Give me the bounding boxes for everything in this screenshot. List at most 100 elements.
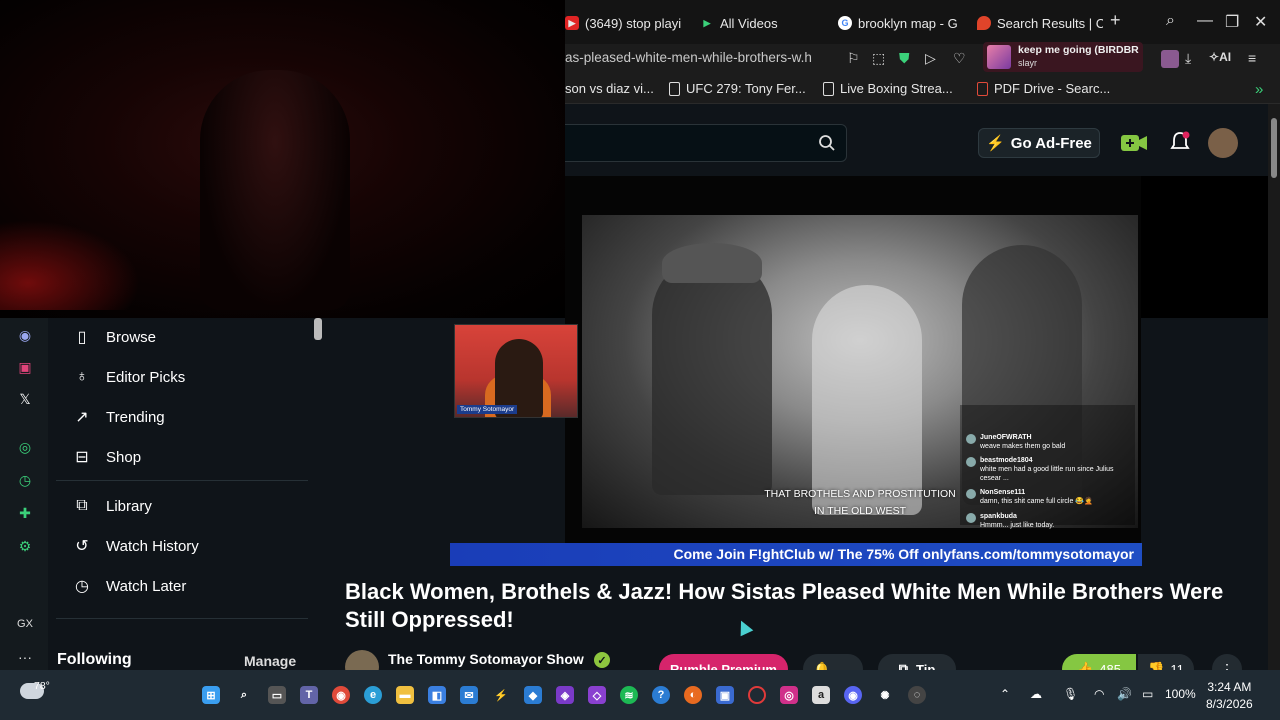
edge-icon[interactable]: e xyxy=(364,686,382,704)
ms365-icon[interactable]: ◇ xyxy=(588,686,606,704)
bookmark-item[interactable]: Live Boxing Strea... xyxy=(823,81,953,96)
heart-icon[interactable]: ♡ xyxy=(953,50,966,67)
bookmark-icon[interactable]: ⚐ xyxy=(847,50,860,67)
trending-icon: ↗ xyxy=(75,409,89,426)
app-icon[interactable]: ⚡ xyxy=(492,686,510,704)
discord-icon[interactable]: ◉ xyxy=(844,686,862,704)
video-caption: THAT BROTHELS AND PROSTITUTION IN THE OL… xyxy=(760,486,960,520)
ai-button[interactable]: ✧AI xyxy=(1209,50,1231,64)
clock[interactable]: 3:24 AM 8/3/2026 xyxy=(1206,679,1253,713)
gx-label[interactable]: GX xyxy=(16,615,34,633)
manage-link[interactable]: Manage xyxy=(244,653,296,669)
instagram-icon[interactable]: ▣ xyxy=(16,358,34,376)
chevron-up-icon[interactable]: ⌃ xyxy=(1000,687,1010,701)
sidebar-item-library[interactable]: ⧉ Library xyxy=(72,496,152,516)
opera-gx-icon[interactable] xyxy=(748,686,766,704)
remote-icon[interactable]: ▣ xyxy=(716,686,734,704)
channel-name[interactable]: The Tommy Sotomayor Show xyxy=(388,651,584,667)
taskbar: 78° ⊞ ⌕ ▭ T ◉ e ▬ ◧ ✉ ⚡ ◆ ◈ ◇ ≋ ? ◐ ▣ ◎ … xyxy=(0,670,1280,720)
more-icon[interactable]: ··· xyxy=(16,648,34,666)
new-tab-button[interactable]: + xyxy=(1110,10,1121,31)
search-icon[interactable]: ⌕ xyxy=(235,686,253,704)
bookmark-label: Live Boxing Strea... xyxy=(840,81,953,96)
volume-icon[interactable]: 🔊 xyxy=(1117,687,1132,701)
wifi-icon[interactable]: ◠ xyxy=(1094,687,1104,701)
sidebar-item-trending[interactable]: ↗ Trending xyxy=(72,407,165,427)
document-icon xyxy=(823,81,834,96)
close-icon[interactable]: ✕ xyxy=(1254,12,1267,32)
sidebar-item-browse[interactable]: ▯ Browse xyxy=(72,327,156,347)
address-bar[interactable]: as-pleased-white-men-while-brothers-w.h … xyxy=(565,44,1280,74)
ai-label: AI xyxy=(1219,50,1232,64)
music-artist: slayr xyxy=(1018,58,1038,68)
settings-icon[interactable]: ⚙ xyxy=(16,537,34,555)
sidebar-item-editor-picks[interactable]: ♁ Editor Picks xyxy=(72,367,185,387)
firefox-icon[interactable]: ◐ xyxy=(684,686,702,704)
amazon-icon[interactable]: a xyxy=(812,686,830,704)
tab-youtube[interactable]: ▶ (3649) stop playi xyxy=(565,10,683,36)
bookmark-item[interactable]: PDF Drive - Searc... xyxy=(977,81,1110,96)
avatar[interactable] xyxy=(1208,128,1238,158)
maximize-icon[interactable]: ❐ xyxy=(1225,12,1239,32)
download-icon[interactable]: ⤓ xyxy=(1185,50,1191,67)
help-icon[interactable]: ? xyxy=(652,686,670,704)
store-icon[interactable]: ◧ xyxy=(428,686,446,704)
mail-icon[interactable]: ✉ xyxy=(460,686,478,704)
search-tabs-icon[interactable]: ⌕ xyxy=(1166,12,1175,30)
upload-video-icon[interactable] xyxy=(1120,134,1148,152)
shield-icon[interactable]: ⛊ xyxy=(899,50,910,67)
chatgpt-icon[interactable]: ✺ xyxy=(876,686,894,704)
tab-brooklyn-map[interactable]: G brooklyn map - G xyxy=(838,10,958,36)
sidebar-item-watch-later[interactable]: ◷ Watch Later xyxy=(72,576,186,596)
chrome-icon[interactable]: ◉ xyxy=(332,686,350,704)
search-icon[interactable] xyxy=(818,134,836,152)
teams-icon[interactable]: T xyxy=(300,686,318,704)
music-player[interactable]: keep me going (BIRDBR slayr xyxy=(983,42,1143,72)
browser-sidebar-rail: ◉ ▣ 𝕏 ◎ ◷ ✚ ⚙ GX ··· xyxy=(0,318,48,670)
go-ad-free-button[interactable]: ⚡ Go Ad-Free xyxy=(978,128,1100,158)
search-input[interactable] xyxy=(565,124,847,162)
copilot-icon[interactable]: ◈ xyxy=(556,686,574,704)
menu-icon[interactable]: ≡ xyxy=(1248,50,1256,66)
pdf-icon xyxy=(977,81,988,96)
send-icon[interactable]: ▷ xyxy=(925,50,936,67)
app-icon[interactable]: ◌ xyxy=(908,686,926,704)
sidebar-item-watch-history[interactable]: ↺ Watch History xyxy=(72,536,199,556)
divider xyxy=(56,480,308,481)
bell-icon[interactable] xyxy=(1170,131,1190,153)
windows-start-icon[interactable]: ⊞ xyxy=(202,686,220,704)
screenshot-icon[interactable]: ⬚ xyxy=(872,50,885,67)
x-icon[interactable]: 𝕏 xyxy=(16,390,34,408)
sidebar-scrollbar[interactable] xyxy=(314,318,322,340)
microphone-icon[interactable]: 🎙 xyxy=(1063,687,1078,701)
pip-video[interactable]: Tommy Sotomayor xyxy=(454,324,578,418)
file-explorer-icon[interactable]: ▬ xyxy=(396,686,414,704)
minimize-icon[interactable]: — xyxy=(1197,12,1213,30)
player-icon[interactable]: ◎ xyxy=(16,438,34,456)
task-view-icon[interactable]: ▭ xyxy=(268,686,286,704)
chevron-right-icon[interactable]: » xyxy=(1255,81,1263,98)
tab-search-results[interactable]: Search Results | C xyxy=(977,10,1103,36)
chat-user: NonSense111 xyxy=(980,489,1026,496)
discord-icon[interactable]: ◉ xyxy=(16,326,34,344)
webcam-person xyxy=(200,70,350,310)
dropbox-icon[interactable]: ◆ xyxy=(524,686,542,704)
battery-icon[interactable]: ▭ xyxy=(1142,687,1153,701)
sidebar-item-label: Trending xyxy=(106,408,165,426)
network-warning-icon[interactable]: ☁ xyxy=(1030,687,1042,701)
youtube-icon: ▶ xyxy=(565,16,579,30)
history-icon[interactable]: ◷ xyxy=(16,471,34,489)
bookmark-item[interactable]: UFC 279: Tony Fer... xyxy=(669,81,806,96)
extensions-icon[interactable]: ✚ xyxy=(16,504,34,522)
music-thumbnail-icon[interactable] xyxy=(1161,50,1179,68)
tab-all-videos[interactable]: ▶ All Videos xyxy=(700,10,822,36)
url-text[interactable]: as-pleased-white-men-while-brothers-w.h xyxy=(565,50,812,65)
scrollbar-thumb[interactable] xyxy=(1271,118,1277,178)
page-scrollbar[interactable] xyxy=(1268,104,1280,670)
instagram-icon[interactable]: ◎ xyxy=(780,686,798,704)
bookmark-item[interactable]: son vs diaz vi... xyxy=(565,81,654,96)
spotify-icon[interactable]: ≋ xyxy=(620,686,638,704)
browse-icon: ▯ xyxy=(77,329,87,346)
bookmark-label: son vs diaz vi... xyxy=(565,81,654,96)
sidebar-item-shop[interactable]: ⊟ Shop xyxy=(72,447,141,467)
